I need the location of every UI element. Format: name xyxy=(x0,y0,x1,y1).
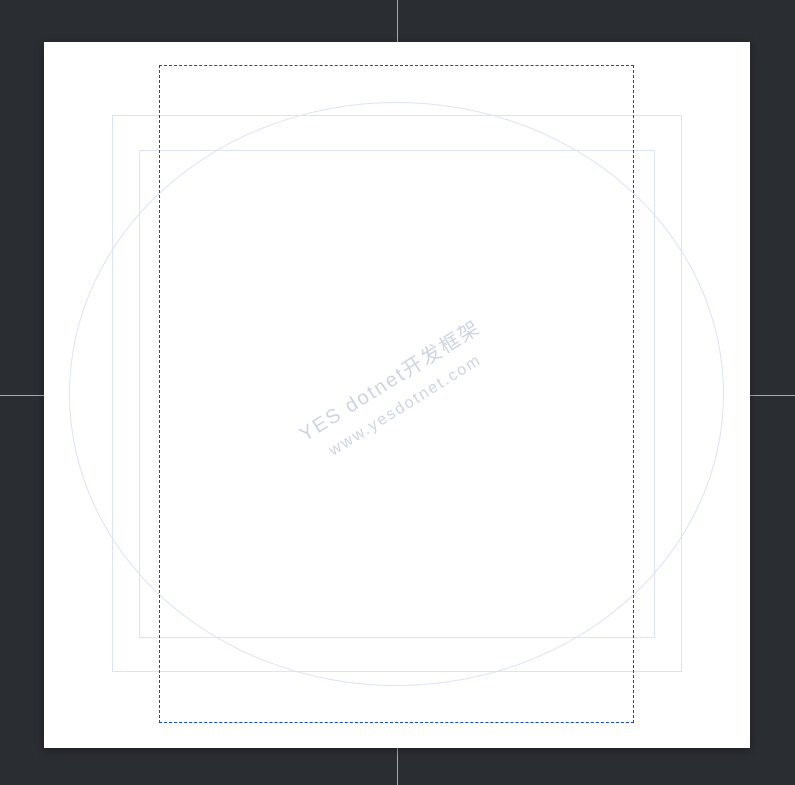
artboard[interactable]: YES dotnet开发框架 www.yesdotnet.com xyxy=(44,42,750,748)
selection-frame[interactable] xyxy=(159,65,634,723)
